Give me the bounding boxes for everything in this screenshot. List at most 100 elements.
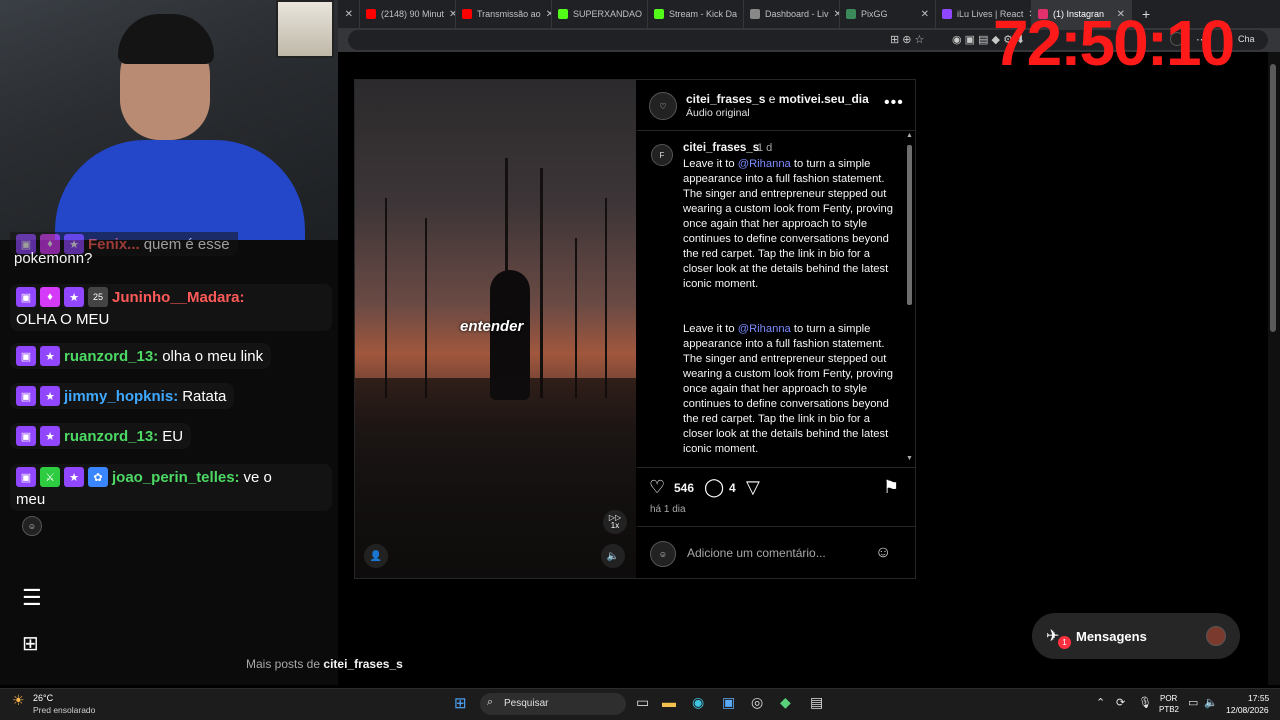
chat-username: Juninho__Madara:	[112, 288, 245, 306]
caption-username[interactable]: citei_frases_s	[683, 142, 759, 154]
app-icon[interactable]: ◆	[780, 694, 791, 711]
author-avatar-icon[interactable]: ♡	[649, 92, 677, 120]
star-badge-icon: ★	[40, 426, 60, 446]
network-icon[interactable]: ▭	[1188, 696, 1198, 709]
author-link[interactable]: citei_frases_s	[686, 92, 765, 106]
post-date: há 1 dia	[650, 504, 686, 515]
tray-app-icon[interactable]: ⟳	[1116, 696, 1125, 709]
caption-scroll-area[interactable]: Leave it to @Rihanna to turn a simple ap…	[683, 157, 898, 468]
browser-tab[interactable]: Transmissão ao✕	[456, 0, 552, 28]
audio-toggle-button[interactable]: 🔈	[601, 544, 625, 568]
tree-silhouette	[575, 238, 577, 398]
chat-text-continued: meu	[16, 491, 46, 508]
like-heart-icon[interactable]: ♡	[649, 477, 665, 498]
coauthor-link[interactable]: motivei.seu_dia	[779, 92, 869, 106]
star-badge-icon: ★	[40, 386, 60, 406]
file-explorer-icon[interactable]: ▬	[662, 694, 676, 710]
comment-count: 4	[729, 481, 736, 495]
taskview-icon[interactable]: ▭	[636, 694, 649, 711]
chat-message: ▣ ★ ruanzord_13: EU	[10, 423, 192, 449]
comment-input[interactable]: Adicione um comentário...	[687, 546, 826, 560]
contact-avatar-icon	[1206, 626, 1226, 646]
close-icon[interactable]: ✕	[921, 9, 929, 20]
windows-start-icon[interactable]: ⊞	[454, 694, 467, 712]
browser-tab[interactable]: SUPERXANDAO✕	[552, 0, 648, 28]
edge-browser-icon[interactable]: ◉	[692, 694, 704, 711]
chat-username: joao_perin_telles:	[112, 468, 240, 486]
tagged-users-button[interactable]: 👤	[364, 544, 388, 568]
chat-text: olha o meu link	[162, 347, 264, 365]
comment-bubble-icon[interactable]: ◯	[704, 477, 724, 498]
browser-tab[interactable]: (2148) 90 Minut✕	[360, 0, 456, 28]
keyboard-language[interactable]: POR	[1160, 694, 1177, 703]
tray-chevron-icon[interactable]: ⌃	[1096, 696, 1105, 709]
audio-link[interactable]: Áudio original	[686, 107, 750, 119]
user-icon: 👤	[369, 550, 383, 562]
photos-app-icon[interactable]: ▣	[722, 694, 735, 711]
current-user-avatar-icon: ☺	[650, 541, 676, 567]
caption-text-repeat: Leave it to @Rihanna to turn a simple ap…	[683, 323, 893, 455]
page-scrollbar-thumb[interactable]	[1270, 64, 1276, 332]
chat-message: ▣ ★ jimmy_hopknis: Ratata	[10, 383, 235, 409]
caption-author-avatar-icon[interactable]: F	[651, 144, 673, 166]
sword-badge-icon: ⚔	[40, 467, 60, 487]
clock-date[interactable]: 12/08/2026	[1226, 705, 1269, 715]
twitch-badge-icon: ▣	[16, 346, 36, 366]
share-send-icon[interactable]: ▽	[746, 477, 760, 498]
app-icon[interactable]: ▤	[810, 694, 823, 711]
weather-temp[interactable]: 26°C	[33, 693, 53, 703]
browser-tab[interactable]: PixGG ✕	[840, 0, 936, 28]
caption-scrollbar-thumb[interactable]	[907, 145, 912, 305]
dashboard-favicon-icon	[750, 9, 760, 19]
hamburger-menu-icon[interactable]: ☰	[22, 585, 42, 611]
like-count: 546	[674, 481, 695, 495]
taskbar-search[interactable]	[480, 693, 626, 715]
scroll-down-arrow-icon[interactable]: ▼	[906, 455, 913, 462]
scroll-up-arrow-icon[interactable]: ▲	[906, 132, 913, 139]
clock-time[interactable]: 17:55	[1248, 693, 1269, 703]
caption-time: 1 d	[757, 142, 773, 154]
chat-text: Ratata	[182, 387, 227, 405]
volume-icon[interactable]: 🔈	[1204, 696, 1218, 709]
search-icon: ⌕	[487, 696, 494, 708]
save-bookmark-icon[interactable]: ⚑	[883, 477, 899, 498]
mention-link[interactable]: @Rihanna	[738, 323, 791, 335]
more-posts-user-link[interactable]: citei_frases_s	[323, 657, 402, 671]
emoji-picker-icon[interactable]: ☺	[875, 544, 891, 562]
microphone-icon[interactable]: 🎙	[1138, 696, 1152, 709]
divider	[637, 130, 915, 131]
weather-sun-icon[interactable]: ☀	[12, 692, 25, 709]
layout-grid-icon[interactable]: ⊞	[22, 631, 39, 656]
divider	[637, 467, 915, 468]
extensions-icon[interactable]: ⊞ ⊕ ☆	[890, 33, 924, 46]
playback-speed-button[interactable]: ▷▷ 1x	[603, 510, 627, 534]
chat-side-panel-button[interactable]: Cha	[1238, 34, 1255, 44]
ground	[355, 378, 636, 578]
close-icon[interactable]: ✕	[449, 9, 455, 20]
weather-desc[interactable]: Pred ensolarado	[33, 705, 95, 715]
star-badge-icon: ★	[64, 287, 84, 307]
tree-silhouette	[385, 198, 387, 398]
sub-25-badge-icon: 25	[88, 287, 108, 307]
browser-tab[interactable]: Stream - Kick Da✕	[648, 0, 744, 28]
kick-favicon-icon	[558, 9, 568, 19]
viewer-avatar-icon: ☺	[22, 516, 42, 536]
chat-username: jimmy_hopknis:	[64, 387, 179, 405]
more-posts-heading: Mais posts de citei_frases_s	[246, 657, 403, 671]
tab-close-icon[interactable]: ✕	[338, 0, 360, 28]
app-icon[interactable]: ◎	[751, 694, 763, 711]
more-options-icon[interactable]: •••	[884, 94, 904, 112]
chat-message: ▣ ⚔ ★ ✿ joao_perin_telles: ve o meu	[10, 464, 332, 511]
chat-text: EU	[162, 427, 184, 445]
browser-tab[interactable]: Dashboard - Liv✕	[744, 0, 840, 28]
star-badge-icon: ★	[40, 346, 60, 366]
mention-link[interactable]: @Rihanna	[738, 158, 791, 170]
webcam-feed	[0, 0, 338, 240]
chat-text: ve o	[243, 468, 272, 486]
twitch-badge-icon: ▣	[16, 467, 36, 487]
keyboard-layout[interactable]: PTB2	[1159, 705, 1179, 714]
chat-message: ▣ ♦ ★ 25 Juninho__Madara: OLHA O MEU	[10, 284, 332, 331]
unread-badge: 1	[1058, 636, 1071, 649]
post-authors: citei_frases_s e motivei.seu_dia	[686, 92, 869, 106]
chat-text: quem é esse	[143, 235, 230, 253]
